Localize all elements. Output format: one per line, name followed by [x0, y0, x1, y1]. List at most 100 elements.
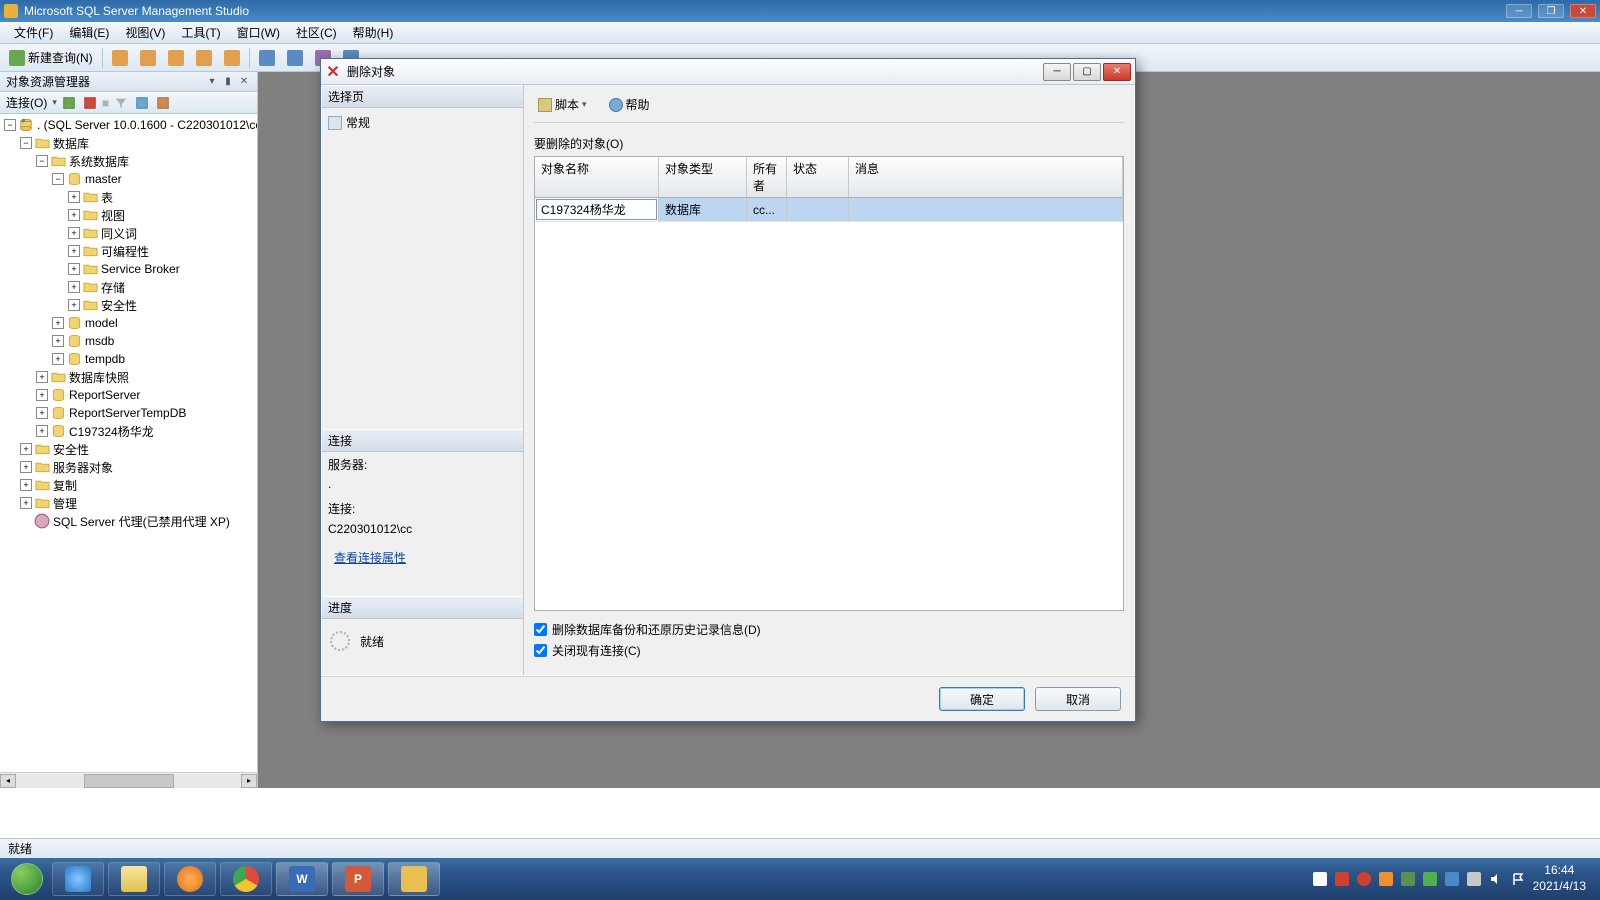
tree-toggle-icon[interactable]: + [68, 227, 80, 239]
tray-icon[interactable] [1335, 872, 1349, 886]
toolbar-btn-7[interactable] [282, 47, 308, 69]
close-existing-connections-checkbox[interactable]: 关闭现有连接(C) [534, 640, 1124, 661]
scroll-thumb[interactable] [84, 774, 174, 788]
taskbar-powerpoint[interactable]: P [332, 862, 384, 896]
tree-node-programmability[interactable]: +可编程性 [0, 242, 257, 260]
tray-icon[interactable] [1401, 872, 1415, 886]
toolbar-btn-1[interactable] [107, 47, 133, 69]
tree-node-databases[interactable]: − 数据库 [0, 134, 257, 152]
minimize-button[interactable]: ─ [1506, 4, 1532, 18]
scroll-left-arrow[interactable]: ◂ [0, 774, 16, 788]
grid-header-message[interactable]: 消息 [849, 157, 1123, 197]
tree-node-reportserver[interactable]: +ReportServer [0, 386, 257, 404]
explorer-tb-btn-3[interactable] [133, 94, 151, 112]
taskbar-media[interactable] [164, 862, 216, 896]
tree-toggle-icon[interactable]: − [52, 173, 64, 185]
toolbar-btn-3[interactable] [163, 47, 189, 69]
new-query-button[interactable]: 新建查询(N) [4, 46, 98, 69]
tree-toggle-icon[interactable]: + [20, 461, 32, 473]
tree-node-tempdb[interactable]: +tempdb [0, 350, 257, 368]
dialog-close-button[interactable]: ✕ [1103, 63, 1131, 81]
tree-node-server-objects[interactable]: +服务器对象 [0, 458, 257, 476]
dialog-titlebar[interactable]: ✕ 删除对象 ─ ▢ ✕ [321, 59, 1135, 85]
tree-toggle-icon[interactable]: + [68, 263, 80, 275]
tree-toggle-icon[interactable]: + [20, 479, 32, 491]
tree-node-system-databases[interactable]: − 系统数据库 [0, 152, 257, 170]
grid-header-owner[interactable]: 所有者 [747, 157, 787, 197]
tree-node-storage[interactable]: +存储 [0, 278, 257, 296]
connect-dropdown-icon[interactable]: ▾ [52, 97, 57, 108]
tree-node-service-broker[interactable]: +Service Broker [0, 260, 257, 278]
tree-node-model[interactable]: +model [0, 314, 257, 332]
view-connection-properties-link[interactable]: 查看连接属性 [334, 549, 406, 568]
dialog-maximize-button[interactable]: ▢ [1073, 63, 1101, 81]
menu-file[interactable]: 文件(F) [6, 22, 61, 43]
explorer-tb-btn-1[interactable] [60, 94, 78, 112]
toolbar-btn-6[interactable] [254, 47, 280, 69]
grid-header-name[interactable]: 对象名称 [535, 157, 659, 197]
tree-node-views[interactable]: +视图 [0, 206, 257, 224]
taskbar-chrome[interactable] [220, 862, 272, 896]
menu-help[interactable]: 帮助(H) [345, 22, 402, 43]
tree-node-msdb[interactable]: +msdb [0, 332, 257, 350]
objects-grid[interactable]: 对象名称 对象类型 所有者 状态 消息 C197324杨华龙 数据库 cc... [534, 156, 1124, 611]
tree-toggle-icon[interactable]: + [52, 317, 64, 329]
system-tray[interactable]: 16:44 2021/4/13 [1303, 863, 1596, 894]
panel-pin-button[interactable]: ▮ [221, 75, 235, 89]
tree-toggle-icon[interactable]: + [36, 371, 48, 383]
tray-icon[interactable] [1467, 872, 1481, 886]
tree-toggle-icon[interactable]: + [36, 407, 48, 419]
tree-node-replication[interactable]: +复制 [0, 476, 257, 494]
explorer-filter-button[interactable] [112, 94, 130, 112]
menu-tools[interactable]: 工具(T) [173, 22, 228, 43]
tree-node-security[interactable]: +安全性 [0, 296, 257, 314]
tree-toggle-icon[interactable]: + [68, 281, 80, 293]
tree-toggle-icon[interactable]: − [36, 155, 48, 167]
panel-close-button[interactable]: ✕ [237, 75, 251, 89]
menu-edit[interactable]: 编辑(E) [61, 22, 117, 43]
volume-icon[interactable] [1489, 872, 1503, 886]
tray-icon[interactable] [1357, 872, 1371, 886]
dropdown-icon[interactable]: ▾ [582, 99, 587, 110]
tree-node-reportservertemp[interactable]: +ReportServerTempDB [0, 404, 257, 422]
tree-toggle-icon[interactable]: + [20, 497, 32, 509]
menu-community[interactable]: 社区(C) [288, 22, 345, 43]
taskbar-ssms[interactable] [388, 862, 440, 896]
cancel-button[interactable]: 取消 [1035, 687, 1121, 711]
taskbar-ie[interactable] [52, 862, 104, 896]
grid-header-status[interactable]: 状态 [787, 157, 849, 197]
tree-toggle-icon[interactable]: + [20, 443, 32, 455]
menu-view[interactable]: 视图(V) [117, 22, 173, 43]
tray-icon[interactable] [1313, 872, 1327, 886]
delete-backup-history-checkbox[interactable]: 删除数据库备份和还原历史记录信息(D) [534, 619, 1124, 640]
tree-toggle-icon[interactable]: + [68, 245, 80, 257]
tree-toggle-icon[interactable]: + [36, 389, 48, 401]
ok-button[interactable]: 确定 [939, 687, 1025, 711]
tree-toggle-icon[interactable]: + [52, 353, 64, 365]
grid-header-type[interactable]: 对象类型 [659, 157, 747, 197]
scroll-track[interactable] [16, 774, 241, 788]
tree-node-tables[interactable]: +表 [0, 188, 257, 206]
taskbar-explorer[interactable] [108, 862, 160, 896]
tree-node-snapshot[interactable]: +数据库快照 [0, 368, 257, 386]
start-button[interactable] [4, 862, 50, 896]
dialog-minimize-button[interactable]: ─ [1043, 63, 1071, 81]
close-button[interactable]: ✕ [1570, 4, 1596, 18]
toolbar-btn-2[interactable] [135, 47, 161, 69]
toolbar-btn-5[interactable] [219, 47, 245, 69]
object-explorer-tree[interactable]: − . (SQL Server 10.0.1600 - C220301012\c… [0, 114, 257, 772]
taskbar-word[interactable]: W [276, 862, 328, 896]
scroll-right-arrow[interactable]: ▸ [241, 774, 257, 788]
tree-toggle-icon[interactable]: + [68, 299, 80, 311]
explorer-tb-btn-4[interactable] [154, 94, 172, 112]
tree-node-agent[interactable]: SQL Server 代理(已禁用代理 XP) [0, 512, 257, 530]
tree-node-master[interactable]: − master [0, 170, 257, 188]
flag-icon[interactable] [1511, 872, 1525, 886]
tree-toggle-icon[interactable]: + [52, 335, 64, 347]
tree-node-security-top[interactable]: +安全性 [0, 440, 257, 458]
tree-node-synonyms[interactable]: +同义词 [0, 224, 257, 242]
panel-dropdown-button[interactable]: ▾ [205, 75, 219, 89]
checkbox-input[interactable] [534, 623, 547, 636]
explorer-horizontal-scrollbar[interactable]: ◂ ▸ [0, 772, 257, 788]
taskbar-clock[interactable]: 16:44 2021/4/13 [1533, 863, 1586, 894]
